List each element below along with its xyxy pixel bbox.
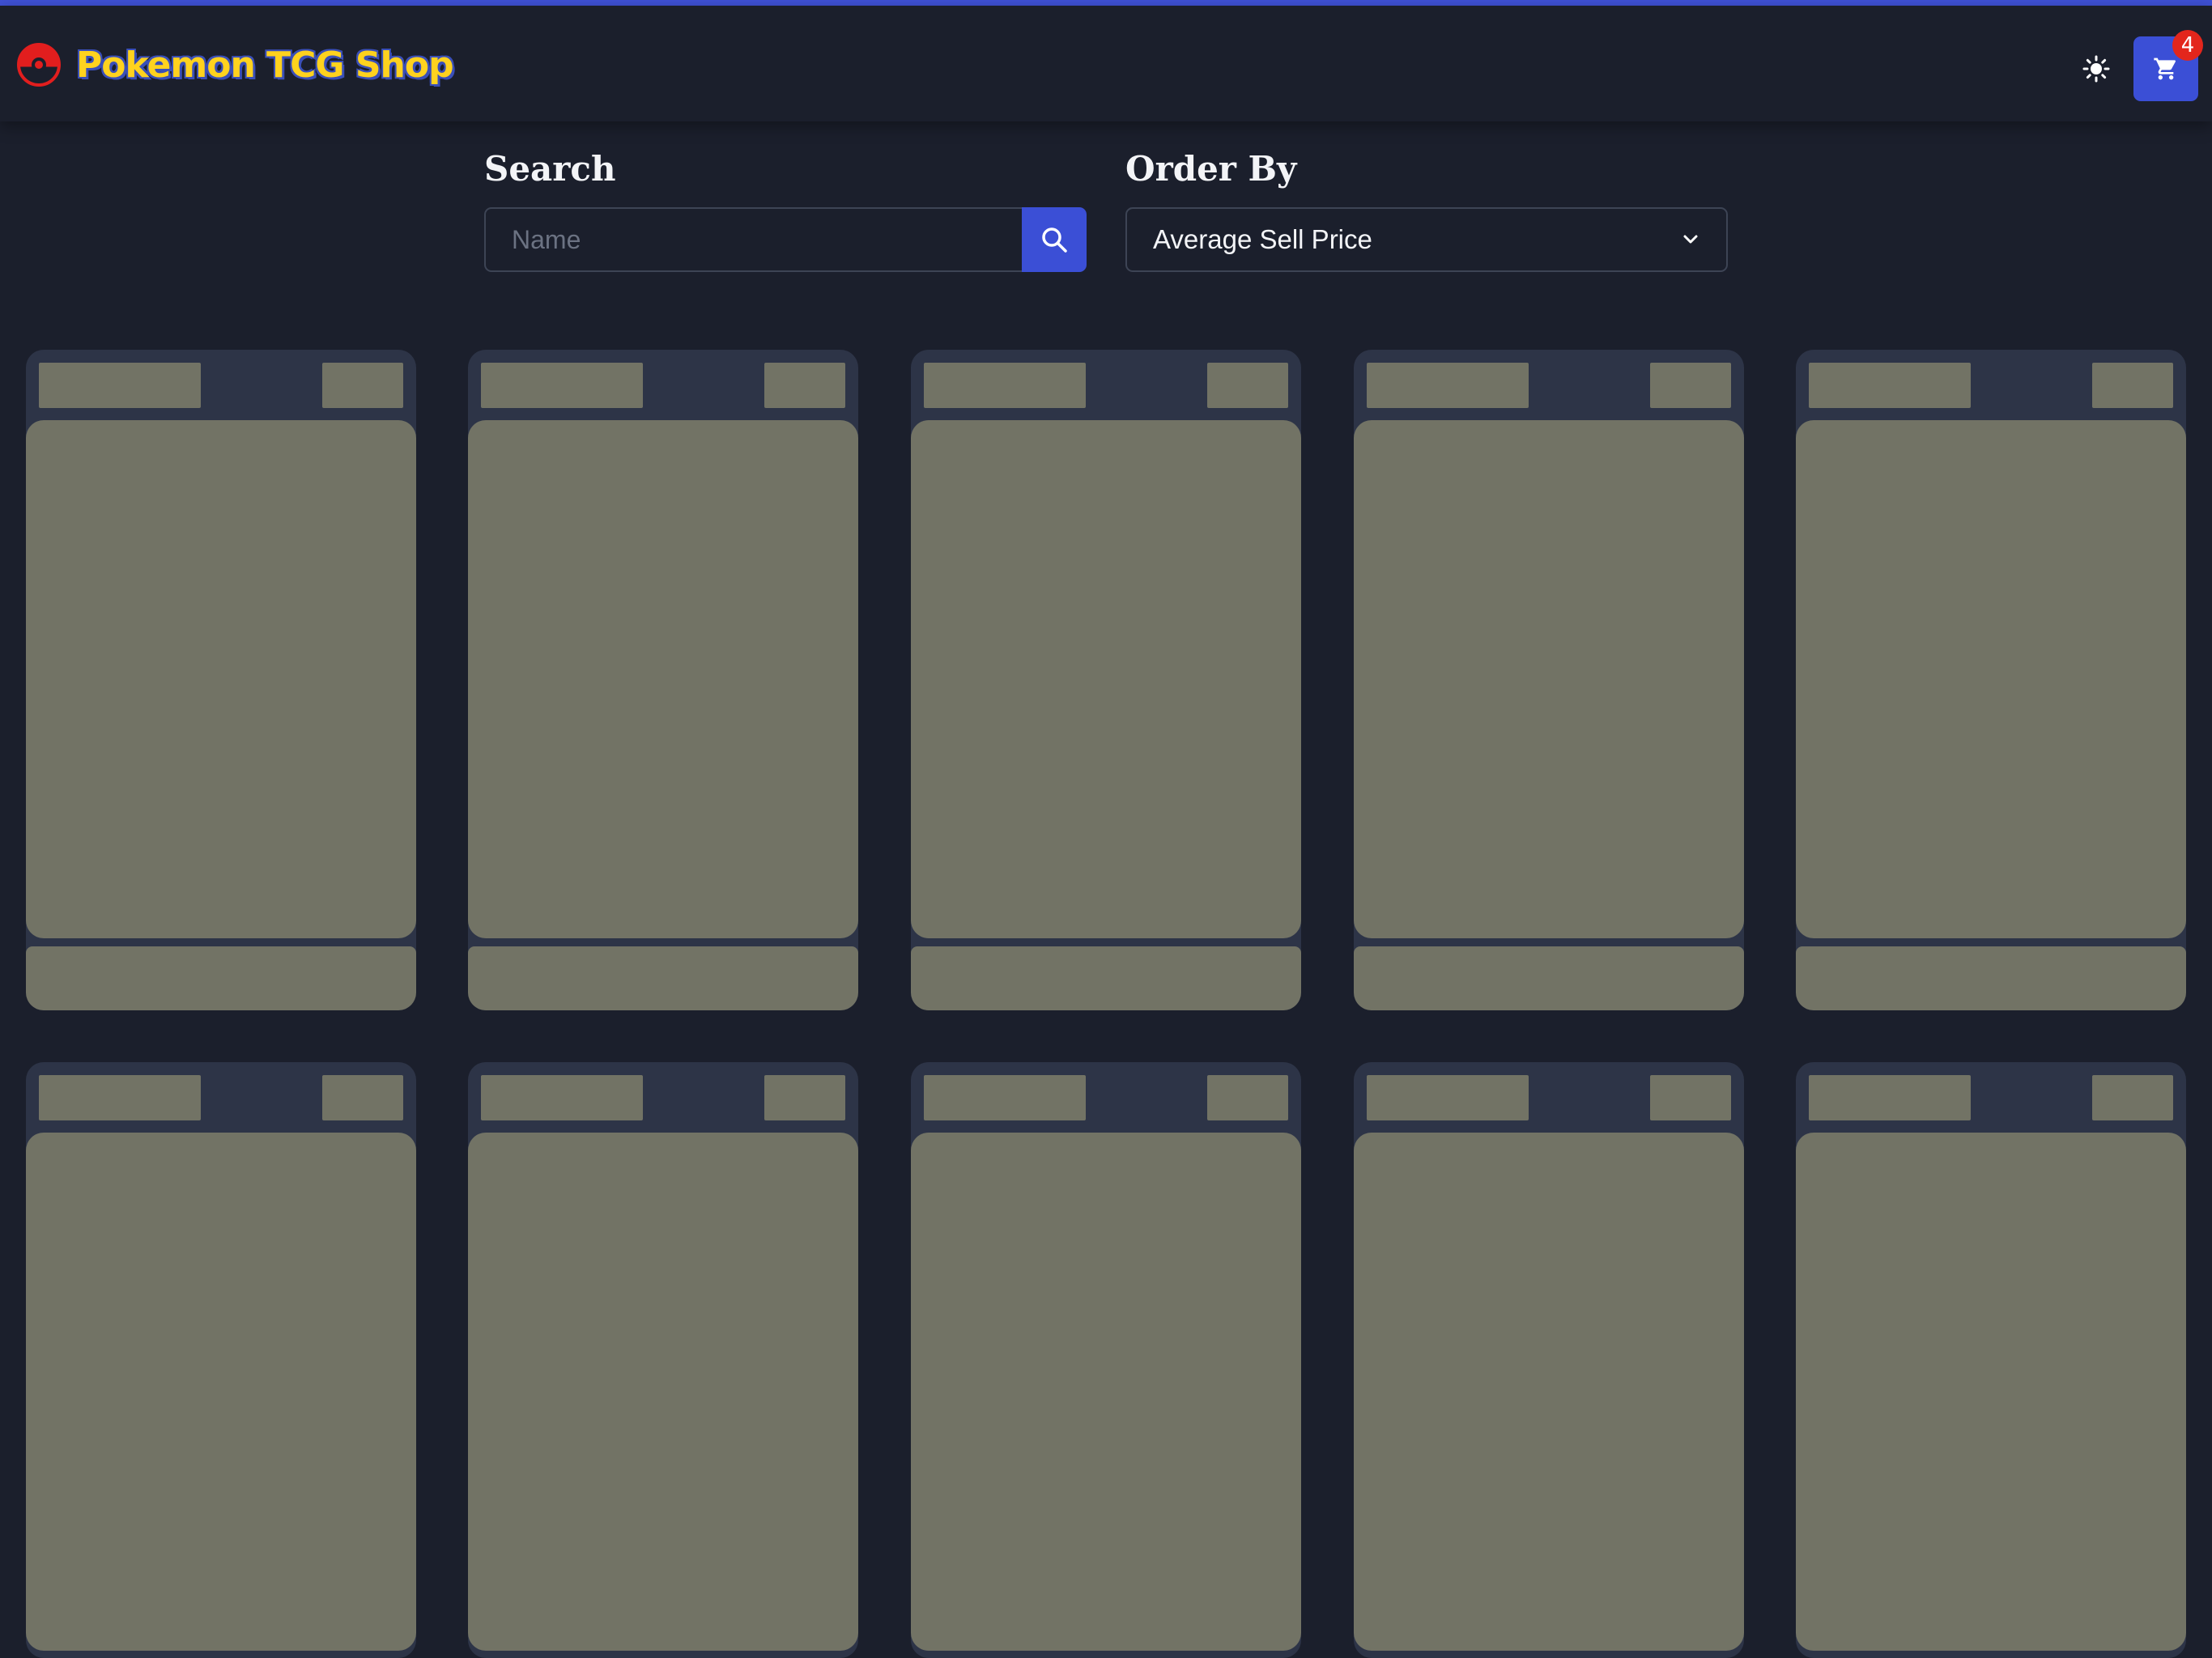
card-name-skeleton [39,363,201,408]
top-accent-bar [0,0,2212,6]
card-price-skeleton [1650,363,1731,408]
card-skeleton [468,1062,858,1658]
card-name-skeleton [39,1075,201,1120]
card-skeleton [1354,1062,1744,1658]
pokeball-icon [17,43,61,87]
card-skeleton [1796,350,2186,1010]
card-image-skeleton [468,420,858,938]
card-name-skeleton [481,363,643,408]
card-image-skeleton [1354,1133,1744,1651]
cart-count-badge: 4 [2172,30,2203,61]
search-button[interactable] [1022,207,1087,272]
order-by-value: Average Sell Price [1153,224,1372,254]
order-by-label: Order By [1125,149,1297,189]
card-price-skeleton [2092,1075,2173,1120]
app-header: Pokemon TCG Shop 4 [0,6,2212,121]
card-price-skeleton [1650,1075,1731,1120]
shopping-cart-icon [2154,57,2176,80]
card-skeleton [911,1062,1301,1658]
theme-toggle-button[interactable] [2078,51,2114,87]
order-by-select[interactable]: Average Sell Price [1125,207,1728,272]
card-name-skeleton [1367,363,1529,408]
card-name-skeleton [924,1075,1086,1120]
sun-icon [2082,55,2110,83]
cart-button[interactable]: 4 [2133,30,2203,101]
card-image-skeleton [1796,420,2186,938]
card-name-skeleton [481,1075,643,1120]
card-skeleton [911,350,1301,1010]
app-title: Pokemon TCG Shop [76,44,454,86]
card-button-skeleton [26,946,416,1010]
card-button-skeleton [1354,946,1744,1010]
card-price-skeleton [322,363,403,408]
search-label: Search [484,149,616,189]
card-price-skeleton [322,1075,403,1120]
search-icon [1042,227,1067,253]
card-skeleton [1796,1062,2186,1658]
card-price-skeleton [764,1075,845,1120]
card-price-skeleton [1207,1075,1288,1120]
search-input[interactable] [484,207,1022,272]
card-name-skeleton [1809,363,1971,408]
card-name-skeleton [924,363,1086,408]
card-skeleton [468,350,858,1010]
card-image-skeleton [911,1133,1301,1651]
card-price-skeleton [1207,363,1288,408]
card-image-skeleton [911,420,1301,938]
brand[interactable]: Pokemon TCG Shop [16,36,454,93]
card-button-skeleton [468,946,858,1010]
card-image-skeleton [26,1133,416,1651]
card-skeleton [26,350,416,1010]
card-button-skeleton [1796,946,2186,1010]
card-image-skeleton [26,420,416,938]
chevron-down-icon [1683,235,1698,244]
card-button-skeleton [911,946,1301,1010]
card-name-skeleton [1809,1075,1971,1120]
card-name-skeleton [1367,1075,1529,1120]
card-image-skeleton [468,1133,858,1651]
card-skeleton [26,1062,416,1658]
card-image-skeleton [1354,420,1744,938]
card-price-skeleton [2092,363,2173,408]
card-image-skeleton [1796,1133,2186,1651]
card-skeleton [1354,350,1744,1010]
card-price-skeleton [764,363,845,408]
